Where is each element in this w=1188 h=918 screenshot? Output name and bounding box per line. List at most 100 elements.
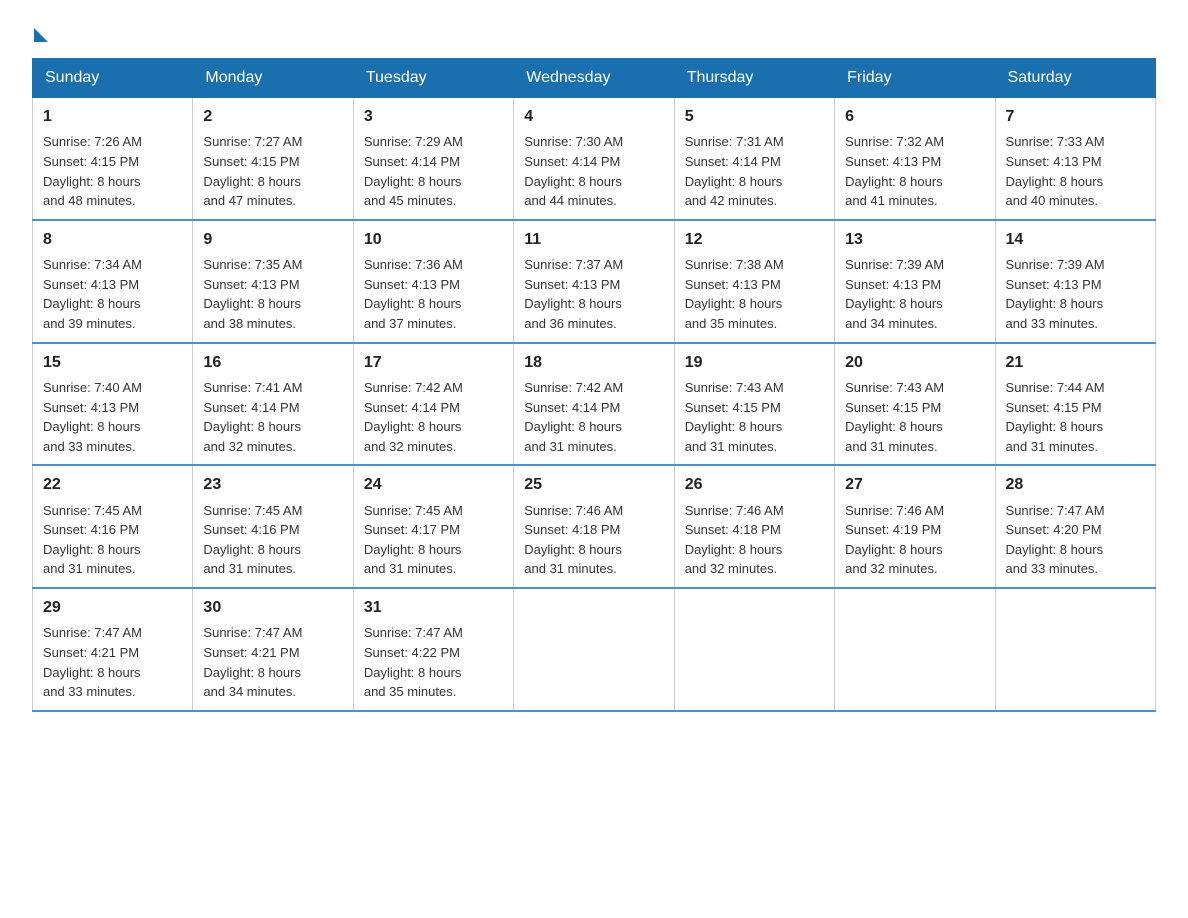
calendar-cell: 31 Sunrise: 7:47 AMSunset: 4:22 PMDaylig… bbox=[353, 588, 513, 711]
day-info: Sunrise: 7:47 AMSunset: 4:20 PMDaylight:… bbox=[1006, 503, 1105, 577]
calendar-cell: 23 Sunrise: 7:45 AMSunset: 4:16 PMDaylig… bbox=[193, 465, 353, 588]
day-info: Sunrise: 7:43 AMSunset: 4:15 PMDaylight:… bbox=[845, 380, 944, 454]
calendar-cell: 5 Sunrise: 7:31 AMSunset: 4:14 PMDayligh… bbox=[674, 98, 834, 220]
day-info: Sunrise: 7:34 AMSunset: 4:13 PMDaylight:… bbox=[43, 257, 142, 331]
day-info: Sunrise: 7:41 AMSunset: 4:14 PMDaylight:… bbox=[203, 380, 302, 454]
day-info: Sunrise: 7:36 AMSunset: 4:13 PMDaylight:… bbox=[364, 257, 463, 331]
day-number: 23 bbox=[203, 474, 342, 496]
calendar-cell: 22 Sunrise: 7:45 AMSunset: 4:16 PMDaylig… bbox=[33, 465, 193, 588]
day-info: Sunrise: 7:46 AMSunset: 4:18 PMDaylight:… bbox=[685, 503, 784, 577]
calendar-cell: 25 Sunrise: 7:46 AMSunset: 4:18 PMDaylig… bbox=[514, 465, 674, 588]
calendar-week-row: 15 Sunrise: 7:40 AMSunset: 4:13 PMDaylig… bbox=[33, 343, 1156, 466]
day-info: Sunrise: 7:32 AMSunset: 4:13 PMDaylight:… bbox=[845, 134, 944, 208]
header-day-wednesday: Wednesday bbox=[514, 59, 674, 98]
day-info: Sunrise: 7:27 AMSunset: 4:15 PMDaylight:… bbox=[203, 134, 302, 208]
calendar-cell: 27 Sunrise: 7:46 AMSunset: 4:19 PMDaylig… bbox=[835, 465, 995, 588]
day-number: 8 bbox=[43, 229, 182, 251]
day-number: 10 bbox=[364, 229, 503, 251]
header-day-friday: Friday bbox=[835, 59, 995, 98]
day-number: 5 bbox=[685, 106, 824, 128]
calendar-cell: 9 Sunrise: 7:35 AMSunset: 4:13 PMDayligh… bbox=[193, 220, 353, 343]
day-number: 6 bbox=[845, 106, 984, 128]
logo bbox=[32, 24, 48, 38]
day-number: 25 bbox=[524, 474, 663, 496]
day-number: 16 bbox=[203, 352, 342, 374]
header-day-monday: Monday bbox=[193, 59, 353, 98]
day-info: Sunrise: 7:47 AMSunset: 4:21 PMDaylight:… bbox=[203, 625, 302, 699]
day-number: 24 bbox=[364, 474, 503, 496]
calendar-cell: 3 Sunrise: 7:29 AMSunset: 4:14 PMDayligh… bbox=[353, 98, 513, 220]
day-number: 19 bbox=[685, 352, 824, 374]
header-day-saturday: Saturday bbox=[995, 59, 1155, 98]
calendar-cell: 17 Sunrise: 7:42 AMSunset: 4:14 PMDaylig… bbox=[353, 343, 513, 466]
calendar-cell: 16 Sunrise: 7:41 AMSunset: 4:14 PMDaylig… bbox=[193, 343, 353, 466]
day-number: 2 bbox=[203, 106, 342, 128]
calendar-cell: 19 Sunrise: 7:43 AMSunset: 4:15 PMDaylig… bbox=[674, 343, 834, 466]
day-info: Sunrise: 7:31 AMSunset: 4:14 PMDaylight:… bbox=[685, 134, 784, 208]
day-number: 28 bbox=[1006, 474, 1145, 496]
calendar-week-row: 22 Sunrise: 7:45 AMSunset: 4:16 PMDaylig… bbox=[33, 465, 1156, 588]
day-number: 9 bbox=[203, 229, 342, 251]
calendar-cell: 10 Sunrise: 7:36 AMSunset: 4:13 PMDaylig… bbox=[353, 220, 513, 343]
day-number: 14 bbox=[1006, 229, 1145, 251]
logo-arrow-icon bbox=[34, 28, 48, 42]
calendar-cell: 12 Sunrise: 7:38 AMSunset: 4:13 PMDaylig… bbox=[674, 220, 834, 343]
calendar-cell: 15 Sunrise: 7:40 AMSunset: 4:13 PMDaylig… bbox=[33, 343, 193, 466]
calendar-cell: 11 Sunrise: 7:37 AMSunset: 4:13 PMDaylig… bbox=[514, 220, 674, 343]
header-day-thursday: Thursday bbox=[674, 59, 834, 98]
day-number: 22 bbox=[43, 474, 182, 496]
calendar-cell: 30 Sunrise: 7:47 AMSunset: 4:21 PMDaylig… bbox=[193, 588, 353, 711]
calendar-cell: 14 Sunrise: 7:39 AMSunset: 4:13 PMDaylig… bbox=[995, 220, 1155, 343]
day-number: 26 bbox=[685, 474, 824, 496]
calendar-cell bbox=[835, 588, 995, 711]
day-info: Sunrise: 7:47 AMSunset: 4:21 PMDaylight:… bbox=[43, 625, 142, 699]
day-info: Sunrise: 7:47 AMSunset: 4:22 PMDaylight:… bbox=[364, 625, 463, 699]
day-number: 1 bbox=[43, 106, 182, 128]
calendar-cell: 6 Sunrise: 7:32 AMSunset: 4:13 PMDayligh… bbox=[835, 98, 995, 220]
calendar-cell: 21 Sunrise: 7:44 AMSunset: 4:15 PMDaylig… bbox=[995, 343, 1155, 466]
calendar-table: SundayMondayTuesdayWednesdayThursdayFrid… bbox=[32, 58, 1156, 712]
calendar-cell: 2 Sunrise: 7:27 AMSunset: 4:15 PMDayligh… bbox=[193, 98, 353, 220]
day-number: 11 bbox=[524, 229, 663, 251]
day-info: Sunrise: 7:39 AMSunset: 4:13 PMDaylight:… bbox=[1006, 257, 1105, 331]
day-number: 7 bbox=[1006, 106, 1145, 128]
day-number: 3 bbox=[364, 106, 503, 128]
day-info: Sunrise: 7:46 AMSunset: 4:19 PMDaylight:… bbox=[845, 503, 944, 577]
day-number: 29 bbox=[43, 597, 182, 619]
day-number: 27 bbox=[845, 474, 984, 496]
day-info: Sunrise: 7:39 AMSunset: 4:13 PMDaylight:… bbox=[845, 257, 944, 331]
calendar-cell: 28 Sunrise: 7:47 AMSunset: 4:20 PMDaylig… bbox=[995, 465, 1155, 588]
day-number: 18 bbox=[524, 352, 663, 374]
day-info: Sunrise: 7:33 AMSunset: 4:13 PMDaylight:… bbox=[1006, 134, 1105, 208]
day-info: Sunrise: 7:37 AMSunset: 4:13 PMDaylight:… bbox=[524, 257, 623, 331]
day-info: Sunrise: 7:45 AMSunset: 4:17 PMDaylight:… bbox=[364, 503, 463, 577]
calendar-cell bbox=[995, 588, 1155, 711]
day-info: Sunrise: 7:45 AMSunset: 4:16 PMDaylight:… bbox=[43, 503, 142, 577]
calendar-cell bbox=[674, 588, 834, 711]
day-number: 17 bbox=[364, 352, 503, 374]
calendar-cell bbox=[514, 588, 674, 711]
calendar-week-row: 8 Sunrise: 7:34 AMSunset: 4:13 PMDayligh… bbox=[33, 220, 1156, 343]
day-number: 4 bbox=[524, 106, 663, 128]
header-day-tuesday: Tuesday bbox=[353, 59, 513, 98]
day-info: Sunrise: 7:26 AMSunset: 4:15 PMDaylight:… bbox=[43, 134, 142, 208]
day-info: Sunrise: 7:29 AMSunset: 4:14 PMDaylight:… bbox=[364, 134, 463, 208]
day-info: Sunrise: 7:38 AMSunset: 4:13 PMDaylight:… bbox=[685, 257, 784, 331]
day-info: Sunrise: 7:30 AMSunset: 4:14 PMDaylight:… bbox=[524, 134, 623, 208]
day-info: Sunrise: 7:42 AMSunset: 4:14 PMDaylight:… bbox=[364, 380, 463, 454]
day-number: 21 bbox=[1006, 352, 1145, 374]
calendar-cell: 24 Sunrise: 7:45 AMSunset: 4:17 PMDaylig… bbox=[353, 465, 513, 588]
day-number: 12 bbox=[685, 229, 824, 251]
calendar-cell: 20 Sunrise: 7:43 AMSunset: 4:15 PMDaylig… bbox=[835, 343, 995, 466]
day-info: Sunrise: 7:43 AMSunset: 4:15 PMDaylight:… bbox=[685, 380, 784, 454]
calendar-header-row: SundayMondayTuesdayWednesdayThursdayFrid… bbox=[33, 59, 1156, 98]
day-number: 30 bbox=[203, 597, 342, 619]
day-number: 13 bbox=[845, 229, 984, 251]
day-number: 15 bbox=[43, 352, 182, 374]
day-info: Sunrise: 7:35 AMSunset: 4:13 PMDaylight:… bbox=[203, 257, 302, 331]
calendar-cell: 26 Sunrise: 7:46 AMSunset: 4:18 PMDaylig… bbox=[674, 465, 834, 588]
header-day-sunday: Sunday bbox=[33, 59, 193, 98]
calendar-week-row: 29 Sunrise: 7:47 AMSunset: 4:21 PMDaylig… bbox=[33, 588, 1156, 711]
calendar-cell: 4 Sunrise: 7:30 AMSunset: 4:14 PMDayligh… bbox=[514, 98, 674, 220]
calendar-cell: 13 Sunrise: 7:39 AMSunset: 4:13 PMDaylig… bbox=[835, 220, 995, 343]
